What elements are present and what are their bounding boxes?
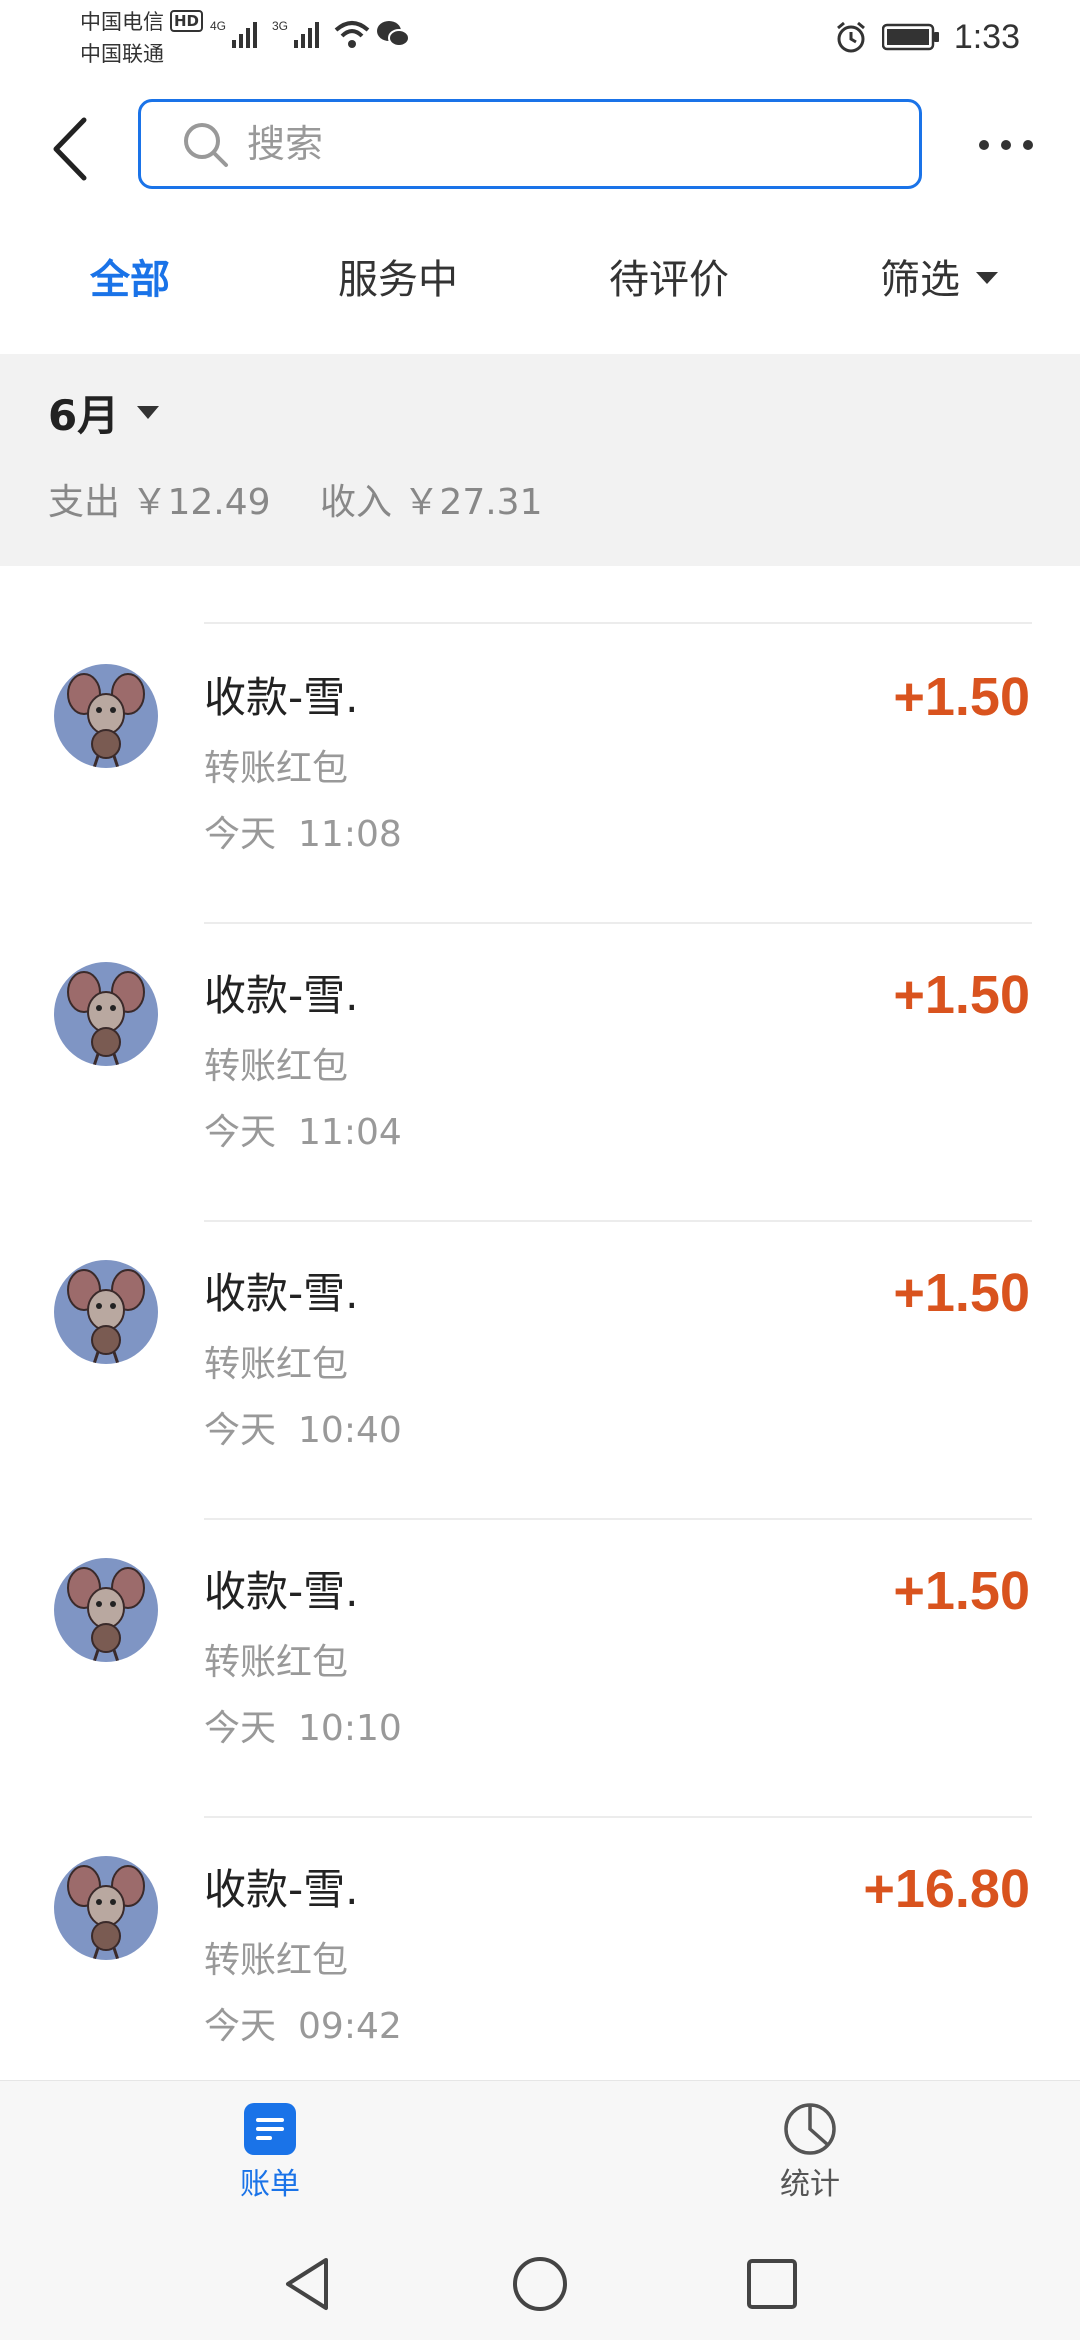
transaction-time: 今天 10:10 (204, 1704, 402, 1754)
month-totals: 支出 ￥12.49 收入 ￥27.31 (48, 478, 580, 528)
income-total: 收入 ￥27.31 (319, 482, 543, 523)
transaction-amount: +1.50 (893, 1263, 1030, 1323)
transaction-list[interactable]: 收款-雪. 转账红包 今天 11:08 +1.50 收款-雪. 转账红包 今天 11:04 +1.… (0, 566, 1080, 2080)
transaction-type: 转账红包 (204, 1344, 349, 1385)
wifi-icon (334, 21, 370, 48)
transaction-day: 今天 (204, 814, 277, 855)
pie-chart-icon (784, 2103, 836, 2155)
month-label: 6月 (48, 391, 120, 440)
status-bar: 中国电信 中国联通 HD 4G 3G 1:33 (0, 0, 1080, 80)
search-header (0, 80, 1080, 210)
avatar (54, 962, 158, 1066)
caret-down-icon (137, 406, 160, 419)
carrier-1: 中国电信 (80, 10, 164, 34)
transaction-type: 转账红包 (204, 1046, 349, 1087)
tab-all[interactable]: 全部 (90, 250, 170, 310)
transaction-clock: 10:40 (298, 1410, 402, 1451)
transaction-row[interactable]: 收款-雪. 转账红包今天 10:40 +1.50 (0, 1224, 1080, 1520)
transaction-type: 转账红包 (204, 1642, 349, 1683)
nav-home-icon[interactable] (508, 2252, 572, 2316)
transaction-time: 今天 10:40 (204, 1406, 402, 1456)
clock-time: 1:33 (953, 17, 1020, 56)
nav-label-bill: 账单 (240, 2167, 300, 2202)
hd-badge: HD (170, 10, 204, 32)
avatar (54, 1260, 158, 1364)
transaction-time: 今天 11:08 (204, 810, 402, 860)
expense-total: 支出 ￥12.49 (48, 482, 271, 523)
transaction-clock: 09:42 (298, 2006, 402, 2047)
network-1-label: 4G (210, 19, 226, 33)
bottom-nav: 账单 统计 (0, 2080, 1080, 2230)
transaction-title: 收款-雪. (204, 1269, 359, 1318)
caret-down-icon (976, 272, 998, 284)
avatar (54, 1558, 158, 1662)
filter-tabs: 全部 服务中 待评价 筛选 (0, 230, 1080, 350)
signal-icon: 4G (210, 19, 257, 48)
transaction-title: 收款-雪. (204, 673, 359, 722)
transaction-clock: 11:08 (298, 814, 402, 855)
tab-filter-label: 筛选 (880, 257, 960, 303)
divider (204, 1816, 1032, 1818)
transaction-time: 今天 11:04 (204, 1108, 402, 1158)
bill-icon (244, 2103, 296, 2155)
search-icon (184, 123, 228, 167)
transaction-type: 转账红包 (204, 1940, 349, 1981)
transaction-time: 今天 09:42 (204, 2002, 402, 2052)
transaction-day: 今天 (204, 1708, 277, 1749)
transaction-title: 收款-雪. (204, 1567, 359, 1616)
transaction-title: 收款-雪. (204, 1865, 359, 1914)
search-box[interactable] (138, 99, 922, 189)
tab-to-review[interactable]: 待评价 (609, 250, 729, 310)
transaction-day: 今天 (204, 1112, 277, 1153)
tab-in-service[interactable]: 服务中 (338, 250, 458, 310)
transaction-day: 今天 (204, 2006, 277, 2047)
transaction-row[interactable]: 收款-雪. 转账红包今天 11:08 +1.50 (0, 628, 1080, 924)
back-arrow-icon[interactable] (46, 114, 96, 184)
divider (204, 622, 1032, 624)
transaction-clock: 11:04 (298, 1112, 402, 1153)
transaction-row[interactable]: 收款-雪. 转账红包今天 09:42 +16.80 (0, 1820, 1080, 2080)
transaction-amount: +1.50 (893, 965, 1030, 1025)
status-right: 1:33 (834, 12, 1020, 62)
month-selector[interactable]: 6月 (48, 386, 160, 446)
transaction-amount: +1.50 (893, 1561, 1030, 1621)
avatar (54, 1856, 158, 1960)
month-summary: 6月 支出 ￥12.49 收入 ￥27.31 (0, 354, 1080, 566)
transaction-clock: 10:10 (298, 1708, 402, 1749)
avatar (54, 664, 158, 768)
transaction-day: 今天 (204, 1410, 277, 1451)
transaction-row[interactable]: 收款-雪. 转账红包今天 10:10 +1.50 (0, 1522, 1080, 1818)
divider (204, 1518, 1032, 1520)
transaction-amount: +16.80 (863, 1859, 1030, 1919)
divider (204, 922, 1032, 924)
nav-back-icon[interactable] (276, 2252, 340, 2316)
signal-icon-2: 3G (272, 19, 319, 48)
nav-item-bill[interactable]: 账单 (170, 2101, 370, 2207)
transaction-title: 收款-雪. (204, 971, 359, 1020)
carrier-2: 中国联通 (80, 42, 164, 66)
wechat-icon (377, 21, 410, 47)
battery-icon (881, 23, 939, 51)
nav-recents-icon[interactable] (740, 2252, 804, 2316)
tab-filter[interactable]: 筛选 (880, 250, 998, 310)
transaction-amount: +1.50 (893, 667, 1030, 727)
system-nav-bar (0, 2230, 1080, 2340)
network-2-label: 3G (272, 19, 288, 33)
alarm-icon (836, 21, 865, 53)
transaction-type: 转账红包 (204, 748, 349, 789)
more-dots-icon[interactable] (978, 130, 1034, 160)
carrier-labels: 中国电信 中国联通 (80, 6, 164, 70)
nav-item-stats[interactable]: 统计 (710, 2101, 910, 2207)
nav-label-stats: 统计 (780, 2167, 840, 2202)
transaction-row[interactable]: 收款-雪. 转账红包今天 11:04 +1.50 (0, 926, 1080, 1222)
divider (204, 1220, 1032, 1222)
search-input[interactable] (247, 110, 887, 178)
